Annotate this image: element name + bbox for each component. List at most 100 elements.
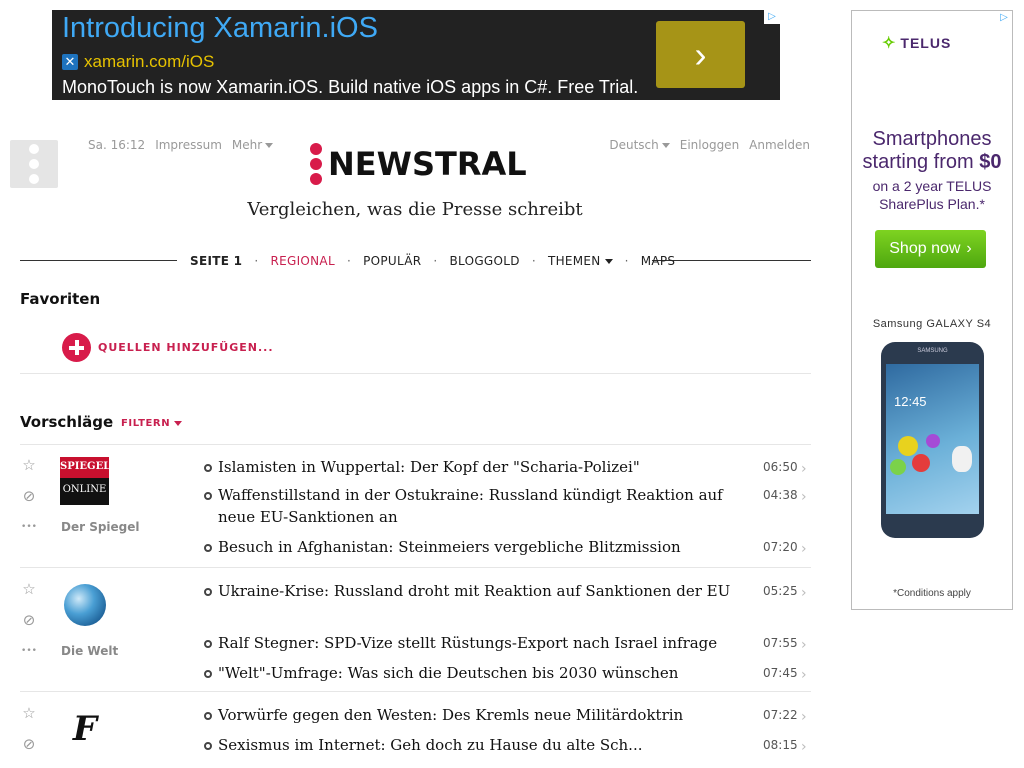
source-name[interactable]: Die Welt	[61, 644, 118, 658]
chevron-right-icon[interactable]: ›	[801, 667, 807, 683]
nav-rule-left	[20, 260, 177, 261]
chevron-right-icon[interactable]: ›	[801, 637, 807, 653]
impressum-link[interactable]: Impressum	[155, 138, 222, 152]
login-link[interactable]: Einloggen	[680, 138, 739, 152]
nav-item-populaer[interactable]: POPULÄR	[363, 254, 421, 268]
chevron-right-icon[interactable]: ›	[801, 541, 807, 557]
logo-text: NEWSTRAL	[328, 145, 527, 183]
spiegel-logo-line1: SPIEGEL	[60, 457, 110, 479]
article-title[interactable]: Besuch in Afghanistan: Steinmeiers verge…	[218, 536, 738, 558]
nav-item-seite-1[interactable]: SEITE 1	[190, 254, 242, 268]
add-sources-label: QUELLEN HINZUFÜGEN...	[98, 341, 274, 354]
article-time: 07:45	[763, 666, 798, 680]
figure-shape	[952, 446, 972, 472]
star-icon[interactable]: ☆	[20, 580, 38, 598]
chevron-right-icon[interactable]: ›	[801, 709, 807, 725]
ad-url[interactable]: xamarin.com/iOS	[84, 52, 214, 72]
article-time: 07:22	[763, 708, 798, 722]
header-meta-left: Sa. 16:12 Impressum Mehr	[88, 138, 274, 152]
plus-circle-icon	[62, 333, 91, 362]
register-link[interactable]: Anmelden	[749, 138, 810, 152]
article-title[interactable]: "Welt"-Umfrage: Was sich die Deutschen b…	[218, 662, 738, 684]
nav-item-regional[interactable]: REGIONAL	[270, 254, 334, 268]
source-name[interactable]: Der Spiegel	[61, 520, 140, 534]
phone-image: SAMSUNG 12:45	[881, 342, 984, 538]
sidebar-ad-telus[interactable]: ▷ ✧ TELUS Smartphones starting from $0 o…	[851, 10, 1013, 610]
nav-separator: ·	[531, 254, 536, 268]
article-time: 05:25	[763, 584, 798, 598]
article-title[interactable]: Waffenstillstand in der Ostukraine: Russ…	[218, 484, 738, 528]
article-title[interactable]: Ralf Stegner: SPD-Vize stellt Rüstungs-E…	[218, 632, 738, 654]
mehr-label: Mehr	[231, 138, 263, 152]
star-icon[interactable]: ☆	[20, 704, 38, 722]
article-title[interactable]: Sexismus im Internet: Geh doch zu Hause …	[218, 734, 738, 756]
article-title[interactable]: Ukraine-Krise: Russland droht mit Reakti…	[218, 580, 738, 602]
bullet-icon	[204, 670, 212, 678]
conditions-note: *Conditions apply	[893, 588, 971, 599]
block-icon[interactable]: ⊘	[20, 735, 38, 753]
divider	[20, 691, 811, 692]
menu-dot-icon	[29, 159, 39, 169]
divider	[20, 567, 811, 568]
chevron-right-icon[interactable]: ›	[801, 461, 807, 477]
phone-clock: 12:45	[894, 394, 927, 409]
nav-item-maps[interactable]: MAPS	[641, 254, 676, 268]
favorites-title: Favoriten	[20, 290, 101, 308]
spiegel-logo[interactable]: SPIEGEL ONLINE	[60, 457, 110, 505]
star-icon[interactable]: ☆	[20, 456, 38, 474]
nav-rule-right	[652, 260, 811, 261]
flower-shape	[890, 459, 906, 475]
language-label: Deutsch	[609, 138, 659, 152]
mehr-dropdown[interactable]: Mehr	[231, 138, 274, 152]
flower-shape	[912, 454, 930, 472]
article-time: 07:20	[763, 540, 798, 554]
site-logo[interactable]: NEWSTRAL	[310, 143, 527, 185]
block-icon[interactable]: ⊘	[20, 487, 38, 505]
product-name: Samsung GALAXY S4	[872, 318, 992, 330]
telus-logo: ✧ TELUS	[882, 33, 951, 53]
article-title[interactable]: Islamisten in Wuppertal: Der Kopf der "S…	[218, 456, 738, 478]
nav-separator: ·	[433, 254, 438, 268]
filter-dropdown[interactable]: FILTERN	[121, 418, 183, 429]
chevron-right-icon: ›	[966, 240, 972, 257]
menu-button[interactable]	[10, 140, 58, 188]
block-icon[interactable]: ⊘	[20, 611, 38, 629]
bullet-icon	[204, 544, 212, 552]
themen-label: THEMEN	[547, 254, 601, 268]
ad-arrow-button[interactable]: ›	[656, 21, 745, 88]
tagline: Vergleichen, was die Presse schreibt	[247, 199, 583, 220]
adchoices-icon[interactable]: ▷	[764, 10, 780, 24]
top-banner-ad[interactable]: Introducing Xamarin.iOS ✕ xamarin.com/iO…	[52, 10, 780, 100]
ad-price: $0	[979, 151, 1002, 173]
header-meta-right: Deutsch Einloggen Anmelden	[609, 138, 810, 152]
chevron-right-icon[interactable]: ›	[801, 739, 807, 755]
divider	[20, 444, 811, 445]
divider	[20, 373, 811, 374]
shop-now-button[interactable]: Shop now ›	[875, 230, 986, 268]
bullet-icon	[204, 640, 212, 648]
bullet-icon	[204, 464, 212, 472]
adchoices-icon[interactable]: ▷	[996, 11, 1012, 25]
flower-shape	[898, 436, 918, 456]
faz-logo[interactable]: F	[60, 704, 110, 754]
nav-item-themen[interactable]: THEMEN	[548, 254, 613, 268]
article-time: 04:38	[763, 488, 798, 502]
ad-subtext-line1: on a 2 year TELUS	[872, 178, 992, 194]
more-icon[interactable]: •••	[20, 518, 38, 536]
nav-items: SEITE 1 · REGIONAL · POPULÄR · BLOGGOLD …	[190, 254, 675, 268]
article-title[interactable]: Vorwürfe gegen den Westen: Des Kremls ne…	[218, 704, 738, 726]
chevron-right-icon[interactable]: ›	[801, 489, 807, 505]
ad-title[interactable]: Introducing Xamarin.iOS	[62, 12, 378, 45]
shop-now-label: Shop now	[889, 240, 961, 257]
language-dropdown[interactable]: Deutsch	[609, 138, 670, 152]
more-icon[interactable]: •••	[20, 642, 38, 660]
bullet-icon	[204, 588, 212, 596]
ad-description: MonoTouch is now Xamarin.iOS. Build nati…	[62, 77, 639, 97]
chevron-right-icon[interactable]: ›	[801, 585, 807, 601]
ad-headline: Smartphones starting from $0	[852, 128, 1012, 174]
welt-globe-logo[interactable]	[64, 584, 106, 626]
add-sources-button[interactable]: QUELLEN HINZUFÜGEN...	[62, 333, 274, 362]
ad-url-row[interactable]: ✕ xamarin.com/iOS	[62, 52, 214, 72]
ad-headline-line1: Smartphones	[872, 128, 992, 150]
nav-item-bloggold[interactable]: BLOGGOLD	[450, 254, 520, 268]
